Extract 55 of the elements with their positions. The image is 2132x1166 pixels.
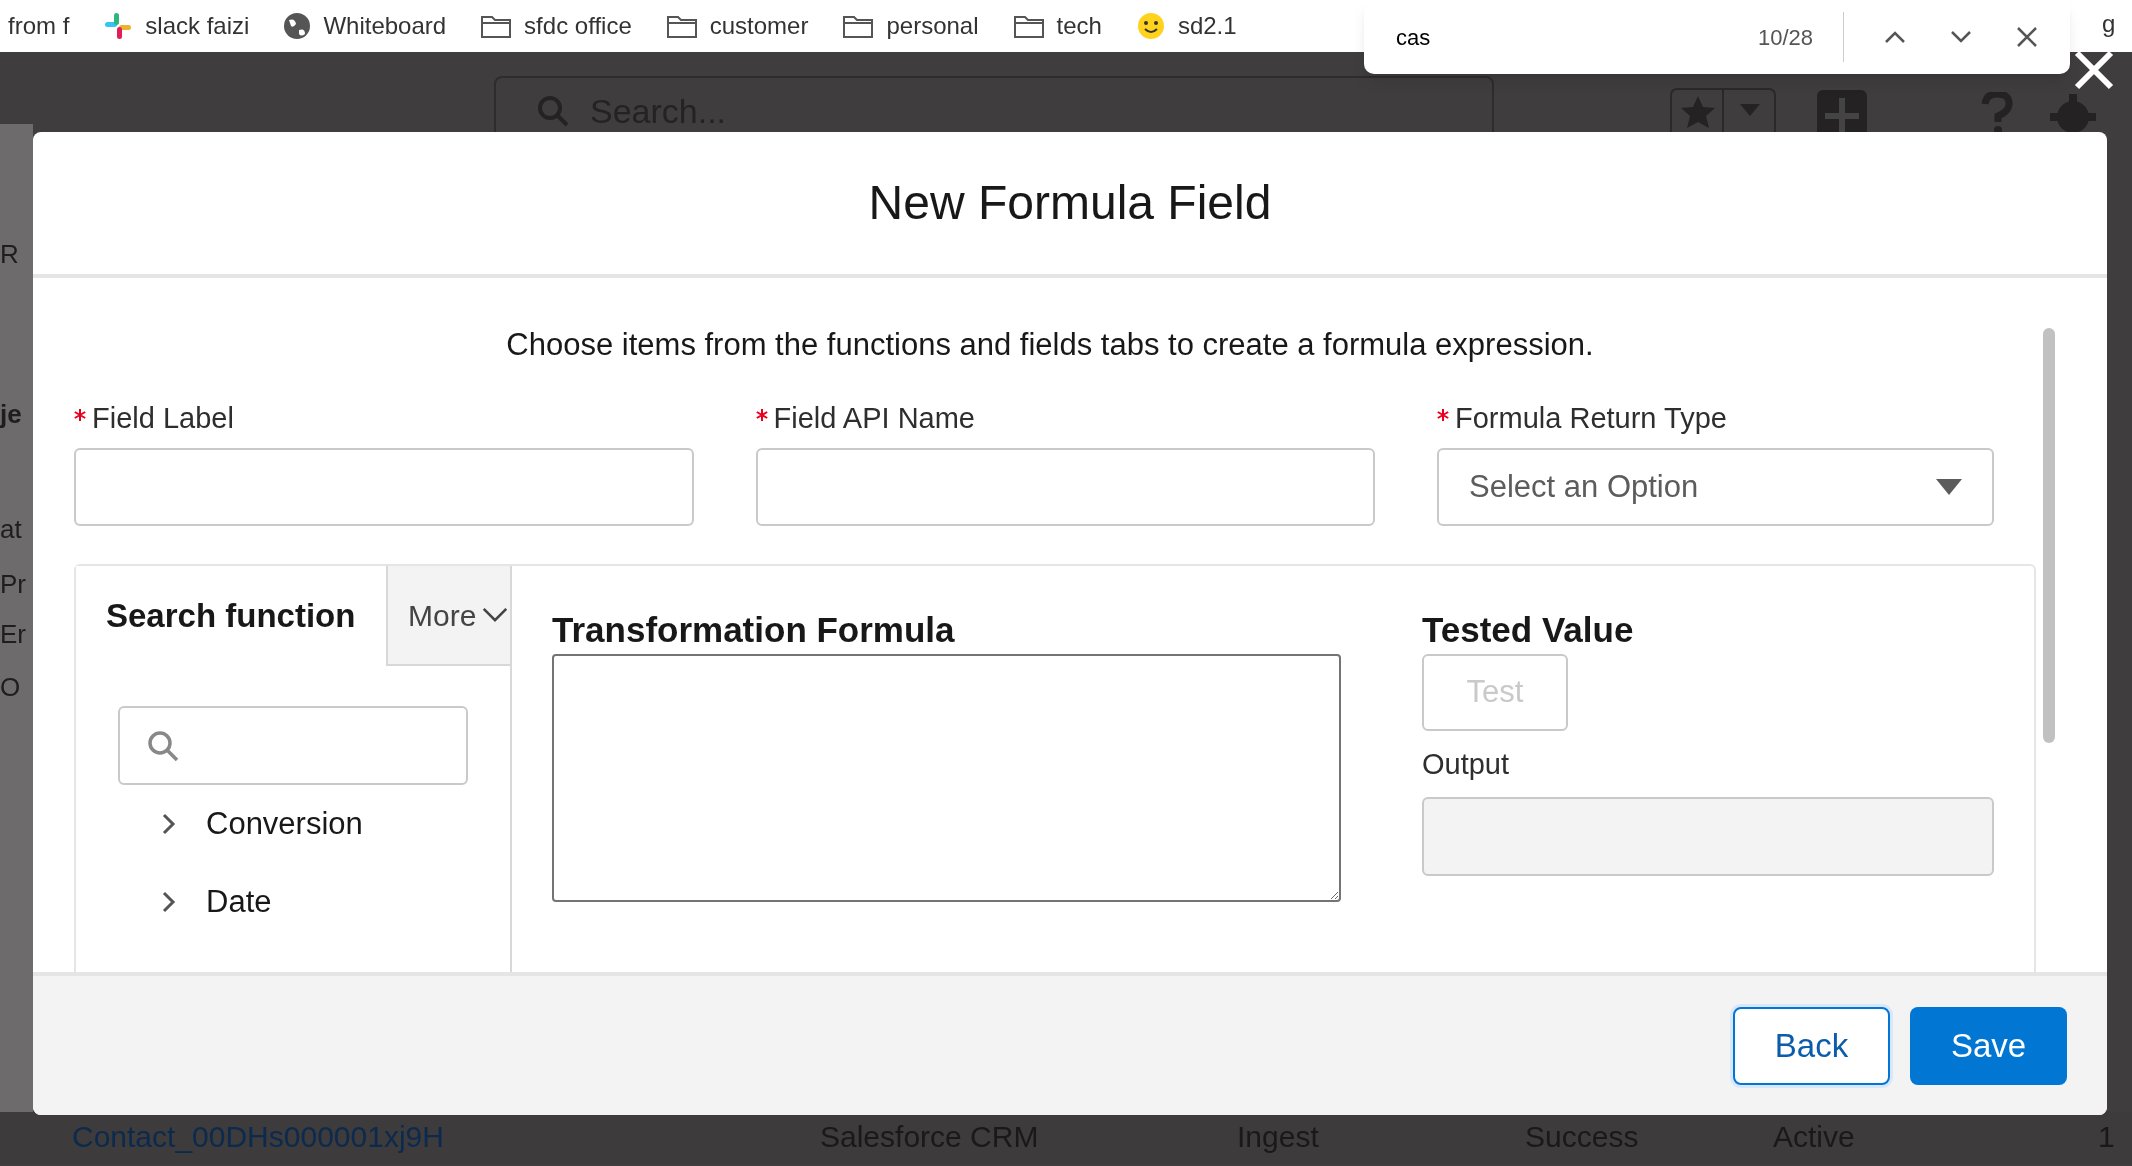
tree-item[interactable]: Date <box>162 863 510 941</box>
slack-icon <box>103 11 134 41</box>
help-icon[interactable] <box>1980 92 2014 134</box>
background-text: je <box>0 398 22 431</box>
section-heading: Transformation Formula <box>552 610 956 650</box>
field-label: Field Label <box>92 400 234 436</box>
tree-item[interactable]: Conversion <box>162 785 510 863</box>
background-text: at <box>0 513 22 546</box>
bookmark-link[interactable]: slack faizi <box>145 8 250 44</box>
field-label: Output <box>1422 747 1511 782</box>
instruction-text: Choose items from the functions and fields tabs to create a formula expression. <box>505 326 1595 364</box>
background-text: R <box>0 238 19 271</box>
save-button[interactable]: Save <box>1910 1006 2067 1085</box>
bookmark-link[interactable]: g <box>2102 6 2116 42</box>
text-input-field[interactable] <box>755 448 1376 526</box>
chevron-up-icon[interactable] <box>1884 30 1906 44</box>
back-button[interactable]: Back <box>1733 1006 1890 1085</box>
select-dropdown[interactable]: Select an Option <box>1437 448 1994 526</box>
formula-textarea[interactable] <box>552 654 1341 902</box>
search-icon <box>146 728 180 763</box>
bookmark-link[interactable]: sd2.1 <box>1177 8 1237 44</box>
tab[interactable]: More <box>386 566 510 666</box>
background-text: Pr <box>0 568 26 601</box>
folder-icon <box>1012 13 1045 39</box>
chevron-down-icon <box>482 607 509 623</box>
close-icon[interactable] <box>2016 26 2038 48</box>
chevron-down-icon[interactable] <box>1950 30 1972 44</box>
favorites-icon[interactable] <box>1670 88 1776 134</box>
modal-title: New Formula Field <box>868 175 1272 231</box>
field-label: Field API Name <box>773 400 975 436</box>
section-heading: Tested Value <box>1422 610 1635 650</box>
emoji-icon <box>1135 11 1166 41</box>
match-count: 10/28 <box>1757 12 1844 62</box>
folder-icon <box>665 13 698 39</box>
find-query[interactable]: cas <box>1396 20 1758 54</box>
background-text: Er <box>0 618 26 651</box>
bookmark-link[interactable]: tech <box>1056 8 1102 44</box>
search-icon <box>536 94 570 128</box>
chevron-right-icon <box>162 891 176 913</box>
dropdown-arrow-icon <box>1936 479 1962 495</box>
plus-icon[interactable] <box>1817 90 1867 134</box>
globe-icon <box>283 12 312 40</box>
chevron-right-icon <box>162 813 176 835</box>
background-text: O <box>0 671 21 704</box>
function-search-field[interactable] <box>118 706 468 785</box>
bookmark-link[interactable]: sfdc office <box>524 8 632 44</box>
bookmark-link[interactable]: personal <box>886 8 979 44</box>
text-input-field[interactable] <box>74 448 694 526</box>
folder-icon <box>480 13 513 39</box>
bookmark-link[interactable]: customer <box>709 8 809 44</box>
field-label: Formula Return Type <box>1455 400 1727 436</box>
folder-icon <box>842 13 875 39</box>
bookmark-link[interactable]: Whiteboard <box>323 8 447 44</box>
bookmark-link[interactable]: from f <box>8 8 70 44</box>
scrollbar[interactable] <box>2043 328 2055 743</box>
